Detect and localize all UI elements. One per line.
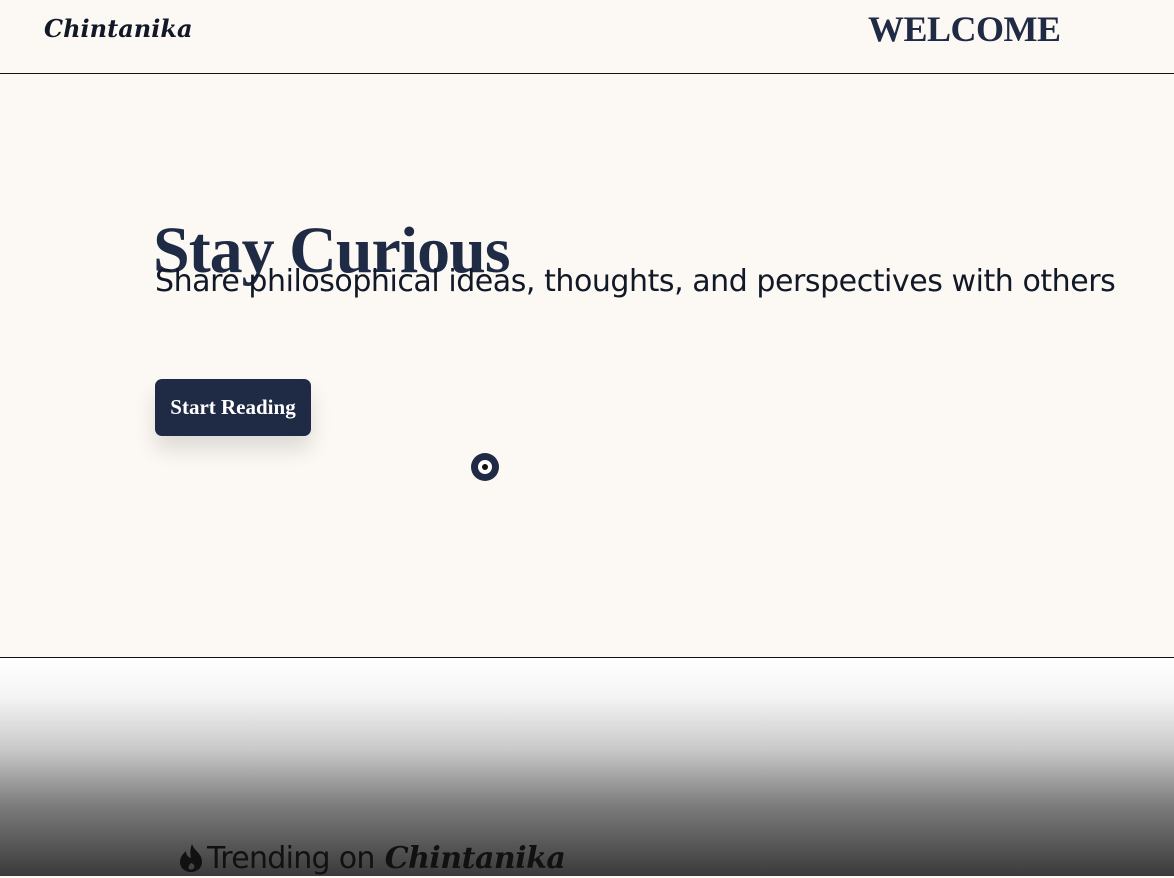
flame-icon bbox=[178, 843, 205, 873]
mouse-cursor-indicator bbox=[471, 453, 499, 481]
hero-section: Stay Curious Share philosophical ideas, … bbox=[0, 74, 1174, 658]
site-logo[interactable]: Chintanika bbox=[44, 14, 193, 43]
trending-brand: Chintanika bbox=[384, 840, 566, 876]
trending-label: Trending on bbox=[207, 840, 375, 876]
top-navigation: Chintanika WELCOME bbox=[0, 0, 1174, 74]
start-reading-button[interactable]: Start Reading bbox=[155, 379, 311, 436]
welcome-heading: WELCOME bbox=[868, 9, 1061, 49]
hero-subtitle: Share philosophical ideas, thoughts, and… bbox=[155, 264, 1116, 299]
trending-section: Trending on Chintanika bbox=[0, 658, 1174, 876]
trending-heading: Trending on Chintanika bbox=[178, 838, 566, 878]
